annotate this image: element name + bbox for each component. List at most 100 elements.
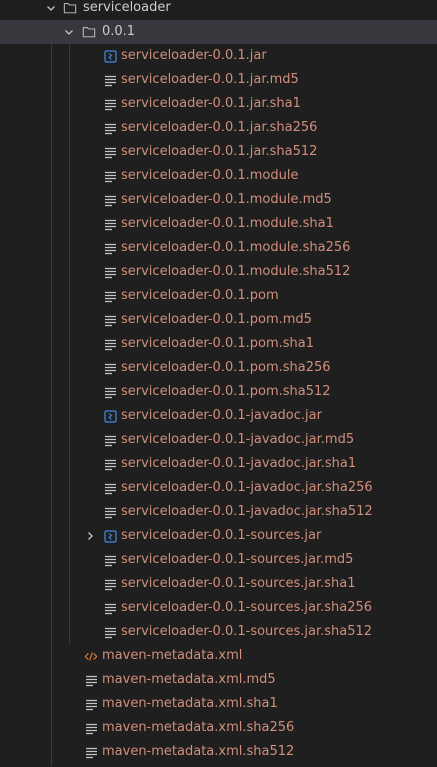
text-file-icon — [103, 265, 117, 279]
text-file-icon — [103, 97, 117, 111]
tree-file-item[interactable]: serviceloader-0.0.1.module.md5 — [0, 188, 437, 212]
tree-file-item[interactable]: serviceloader-0.0.1.module.sha1 — [0, 212, 437, 236]
tree-file-label: maven-metadata.xml.sha256 — [102, 720, 295, 735]
tree-file-item[interactable]: serviceloader-0.0.1-sources.jar.md5 — [0, 548, 437, 572]
tree-file-item[interactable]: serviceloader-0.0.1.jar.sha512 — [0, 140, 437, 164]
tree-file-label: maven-metadata.xml — [102, 648, 243, 663]
text-file-icon — [103, 73, 117, 87]
text-file-icon — [103, 457, 117, 471]
tree-file-item[interactable]: maven-metadata.xml.sha256 — [0, 716, 437, 740]
tree-folder-label: 0.0.1 — [102, 24, 136, 39]
tree-file-item[interactable]: maven-metadata.xml — [0, 644, 437, 668]
tree-file-item[interactable]: maven-metadata.xml.md5 — [0, 668, 437, 692]
tree-file-item[interactable]: serviceloader-0.0.1.pom.sha1 — [0, 332, 437, 356]
tree-file-label: serviceloader-0.0.1.module — [121, 168, 299, 183]
text-file-icon — [103, 577, 117, 591]
text-file-icon — [103, 481, 117, 495]
tree-file-item[interactable]: serviceloader-0.0.1.jar.sha256 — [0, 116, 437, 140]
chevron-down-icon[interactable] — [44, 1, 58, 15]
tree-file-item[interactable]: serviceloader-0.0.1-javadoc.jar.sha256 — [0, 476, 437, 500]
text-file-icon — [103, 433, 117, 447]
text-file-icon — [103, 313, 117, 327]
tree-file-item[interactable]: serviceloader-0.0.1.module.sha512 — [0, 260, 437, 284]
chevron-down-icon[interactable] — [62, 25, 76, 39]
text-file-icon — [103, 337, 117, 351]
tree-file-item[interactable]: serviceloader-0.0.1-sources.jar — [0, 524, 437, 548]
text-file-icon — [103, 385, 117, 399]
folder-icon — [82, 25, 96, 39]
tree-file-label: maven-metadata.xml.md5 — [102, 672, 276, 687]
tree-file-label: serviceloader-0.0.1.pom.sha1 — [121, 336, 315, 351]
tree-file-label: serviceloader-0.0.1-sources.jar — [121, 528, 322, 543]
text-file-icon — [103, 289, 117, 303]
xml-code-icon — [84, 649, 98, 663]
tree-file-label: serviceloader-0.0.1-sources.jar.md5 — [121, 552, 354, 567]
text-file-icon — [103, 145, 117, 159]
tree-file-label: serviceloader-0.0.1-sources.jar.sha1 — [121, 576, 356, 591]
tree-file-label: serviceloader-0.0.1-sources.jar.sha512 — [121, 624, 373, 639]
tree-file-label: serviceloader-0.0.1.module.sha1 — [121, 216, 334, 231]
tree-file-item[interactable]: maven-metadata.xml.sha1 — [0, 692, 437, 716]
text-file-icon — [103, 121, 117, 135]
tree-file-item[interactable]: serviceloader-0.0.1.jar.md5 — [0, 68, 437, 92]
tree-file-label: serviceloader-0.0.1-javadoc.jar.sha256 — [121, 480, 373, 495]
tree-file-item[interactable]: serviceloader-0.0.1.module — [0, 164, 437, 188]
text-file-icon — [103, 601, 117, 615]
text-file-icon — [84, 673, 98, 687]
text-file-icon — [84, 697, 98, 711]
tree-file-label: serviceloader-0.0.1.jar.sha512 — [121, 144, 318, 159]
tree-file-item[interactable]: serviceloader-0.0.1.module.sha256 — [0, 236, 437, 260]
tree-file-label: maven-metadata.xml.sha1 — [102, 696, 278, 711]
jar-archive-icon — [103, 529, 117, 543]
tree-file-label: serviceloader-0.0.1-javadoc.jar.sha512 — [121, 504, 373, 519]
file-explorer-tree: serviceloader 0.0.1 serviceloader-0.0.1.… — [0, 0, 437, 767]
text-file-icon — [103, 193, 117, 207]
tree-file-item[interactable]: serviceloader-0.0.1-sources.jar.sha1 — [0, 572, 437, 596]
tree-file-label: serviceloader-0.0.1.module.sha512 — [121, 264, 351, 279]
tree-file-item[interactable]: serviceloader-0.0.1-javadoc.jar.md5 — [0, 428, 437, 452]
tree-folder-serviceloader[interactable]: serviceloader — [0, 0, 437, 20]
tree-file-item[interactable]: serviceloader-0.0.1.pom — [0, 284, 437, 308]
tree-file-label: serviceloader-0.0.1-javadoc.jar — [121, 408, 322, 423]
tree-file-label: serviceloader-0.0.1.module.sha256 — [121, 240, 351, 255]
tree-file-item[interactable]: serviceloader-0.0.1.pom.md5 — [0, 308, 437, 332]
chevron-right-icon[interactable] — [83, 529, 97, 543]
tree-file-item[interactable]: serviceloader-0.0.1-javadoc.jar.sha1 — [0, 452, 437, 476]
tree-file-label: serviceloader-0.0.1.jar.sha256 — [121, 120, 318, 135]
tree-file-label: serviceloader-0.0.1.module.md5 — [121, 192, 332, 207]
tree-folder-label: serviceloader — [83, 0, 171, 15]
tree-folder-version[interactable]: 0.0.1 — [0, 20, 437, 44]
folder-icon — [63, 1, 77, 15]
jar-archive-icon — [103, 409, 117, 423]
tree-file-item[interactable]: serviceloader-0.0.1.jar.sha1 — [0, 92, 437, 116]
text-file-icon — [103, 361, 117, 375]
tree-file-label: serviceloader-0.0.1.jar.sha1 — [121, 96, 301, 111]
tree-file-label: serviceloader-0.0.1.jar.md5 — [121, 72, 299, 87]
tree-file-label: serviceloader-0.0.1-sources.jar.sha256 — [121, 600, 373, 615]
tree-file-item[interactable]: serviceloader-0.0.1-sources.jar.sha512 — [0, 620, 437, 644]
tree-file-label: serviceloader-0.0.1.pom.md5 — [121, 312, 312, 327]
text-file-icon — [84, 745, 98, 759]
text-file-icon — [103, 217, 117, 231]
tree-file-label: serviceloader-0.0.1-javadoc.jar.sha1 — [121, 456, 357, 471]
text-file-icon — [103, 241, 117, 255]
tree-file-label: serviceloader-0.0.1.jar — [121, 48, 267, 63]
text-file-icon — [103, 169, 117, 183]
tree-file-label: serviceloader-0.0.1.pom.sha256 — [121, 360, 331, 375]
tree-file-item[interactable]: serviceloader-0.0.1-javadoc.jar — [0, 404, 437, 428]
tree-file-label: serviceloader-0.0.1-javadoc.jar.md5 — [121, 432, 355, 447]
tree-file-item[interactable]: serviceloader-0.0.1.jar — [0, 44, 437, 68]
tree-file-item[interactable]: maven-metadata.xml.sha512 — [0, 740, 437, 764]
tree-file-item[interactable]: serviceloader-0.0.1-javadoc.jar.sha512 — [0, 500, 437, 524]
tree-file-item[interactable]: serviceloader-0.0.1-sources.jar.sha256 — [0, 596, 437, 620]
tree-file-label: serviceloader-0.0.1.pom.sha512 — [121, 384, 331, 399]
tree-file-item[interactable]: serviceloader-0.0.1.pom.sha256 — [0, 356, 437, 380]
tree-file-item[interactable]: serviceloader-0.0.1.pom.sha512 — [0, 380, 437, 404]
text-file-icon — [103, 625, 117, 639]
tree-file-label: maven-metadata.xml.sha512 — [102, 744, 295, 759]
text-file-icon — [103, 505, 117, 519]
text-file-icon — [84, 721, 98, 735]
text-file-icon — [103, 553, 117, 567]
tree-file-label: serviceloader-0.0.1.pom — [121, 288, 279, 303]
jar-archive-icon — [103, 49, 117, 63]
